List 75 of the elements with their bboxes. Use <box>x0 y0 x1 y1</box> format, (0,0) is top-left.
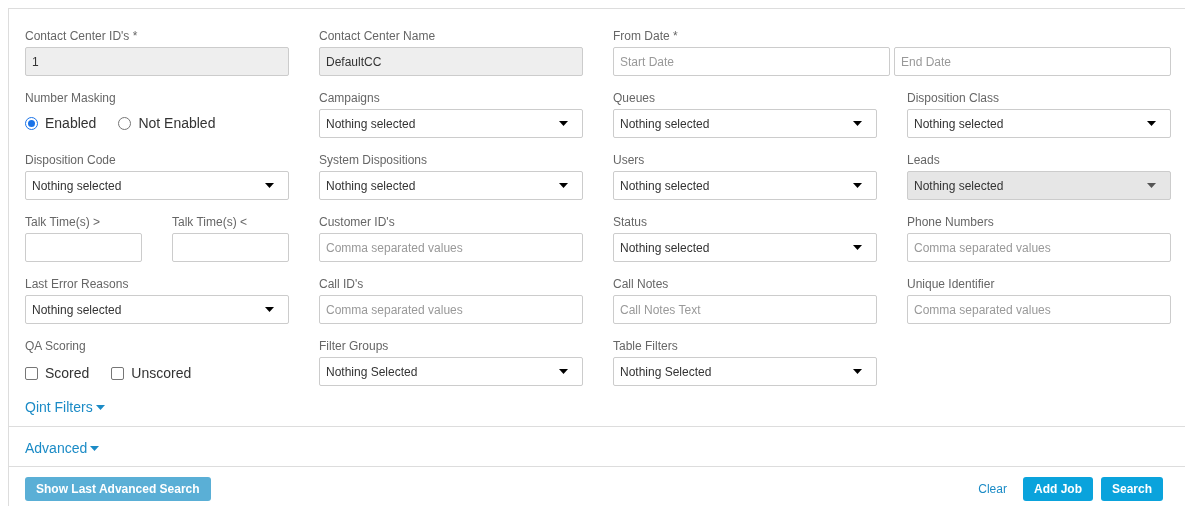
field-label: Contact Center ID's * <box>25 28 138 44</box>
select-value: Nothing selected <box>326 177 416 195</box>
caret-icon <box>95 404 105 410</box>
field-label: Status <box>613 214 648 230</box>
caret-icon <box>265 307 274 312</box>
select-dropdown[interactable]: Nothing selected <box>25 171 289 200</box>
field-label: Talk Time(s) > <box>25 214 100 230</box>
field-label: Phone Numbers <box>907 214 994 230</box>
caret-icon <box>1147 183 1156 188</box>
select-dropdown[interactable]: Nothing selected <box>319 171 583 200</box>
radio-label: Not Enabled <box>138 114 216 133</box>
section-toggle[interactable]: Qint Filters <box>25 398 105 416</box>
input-field[interactable]: Comma separated values <box>319 233 583 262</box>
input-field[interactable]: Comma separated values <box>907 233 1171 262</box>
select-dropdown[interactable]: Nothing selected <box>25 295 289 324</box>
select-value: Nothing selected <box>914 177 1004 195</box>
checkbox-label: Unscored <box>131 364 192 383</box>
action-button[interactable]: Clear <box>970 477 1015 501</box>
select-value: Nothing selected <box>620 177 710 195</box>
number-field[interactable] <box>172 233 289 262</box>
input-field[interactable]: Comma separated values <box>907 295 1171 324</box>
select-value: Nothing Selected <box>326 363 418 381</box>
select-value: Nothing selected <box>620 239 710 257</box>
field-label: Users <box>613 152 645 168</box>
field-label: Talk Time(s) < <box>172 214 247 230</box>
caret-icon <box>853 369 862 374</box>
field-label: Leads <box>907 152 940 168</box>
caret-icon <box>853 245 862 250</box>
caret-icon <box>265 183 274 188</box>
select-value: Nothing selected <box>326 115 416 133</box>
select-dropdown[interactable]: Nothing selected <box>613 109 877 138</box>
caret-icon <box>559 121 568 126</box>
select-value: Nothing Selected <box>620 363 712 381</box>
field-label: Number Masking <box>25 90 116 106</box>
field-label: Unique Identifier <box>907 276 995 292</box>
select-value: Nothing selected <box>620 115 710 133</box>
field-label: Queues <box>613 90 656 106</box>
field-label: Customer ID's <box>319 214 395 230</box>
caret-icon <box>853 121 862 126</box>
field-label: Table Filters <box>613 338 678 354</box>
input-field[interactable]: Comma separated values <box>319 295 583 324</box>
section-toggle[interactable]: Advanced <box>25 439 100 457</box>
caret-icon <box>90 445 100 451</box>
caret-icon <box>559 369 568 374</box>
field-label: Disposition Code <box>25 152 116 168</box>
field-label: Contact Center Name <box>319 28 436 44</box>
select-dropdown[interactable]: Nothing Selected <box>613 357 877 386</box>
checkbox[interactable] <box>111 367 125 380</box>
field-label: Disposition Class <box>907 90 1000 106</box>
field-label: Campaigns <box>319 90 380 106</box>
select-value: Nothing selected <box>914 115 1004 133</box>
field-label: System Dispositions <box>319 152 428 168</box>
field-label: QA Scoring <box>25 338 86 354</box>
field-label: Filter Groups <box>319 338 389 354</box>
field-label: From Date * <box>613 28 678 44</box>
radio-label: Enabled <box>45 114 97 133</box>
caret-icon <box>853 183 862 188</box>
field-label: Call Notes <box>613 276 669 292</box>
select-value: Nothing selected <box>32 301 122 319</box>
caret-icon <box>559 183 568 188</box>
checkbox-label: Scored <box>45 364 90 383</box>
select-dropdown[interactable]: Nothing selected <box>907 109 1171 138</box>
input-field[interactable]: Call Notes Text <box>613 295 877 324</box>
start-date-field[interactable]: Start Date <box>613 47 890 76</box>
select-dropdown[interactable]: Nothing selected <box>613 233 877 262</box>
select-dropdown[interactable]: Nothing selected <box>319 109 583 138</box>
end-date-field[interactable]: End Date <box>894 47 1171 76</box>
field-label: Call ID's <box>319 276 364 292</box>
number-field[interactable] <box>25 233 142 262</box>
checkbox[interactable] <box>25 367 38 380</box>
select-value: Nothing selected <box>32 177 122 195</box>
caret-icon <box>1147 121 1156 126</box>
select-dropdown[interactable]: Nothing Selected <box>319 357 583 386</box>
select-dropdown[interactable]: Nothing selected <box>613 171 877 200</box>
field-label: Last Error Reasons <box>25 276 129 292</box>
